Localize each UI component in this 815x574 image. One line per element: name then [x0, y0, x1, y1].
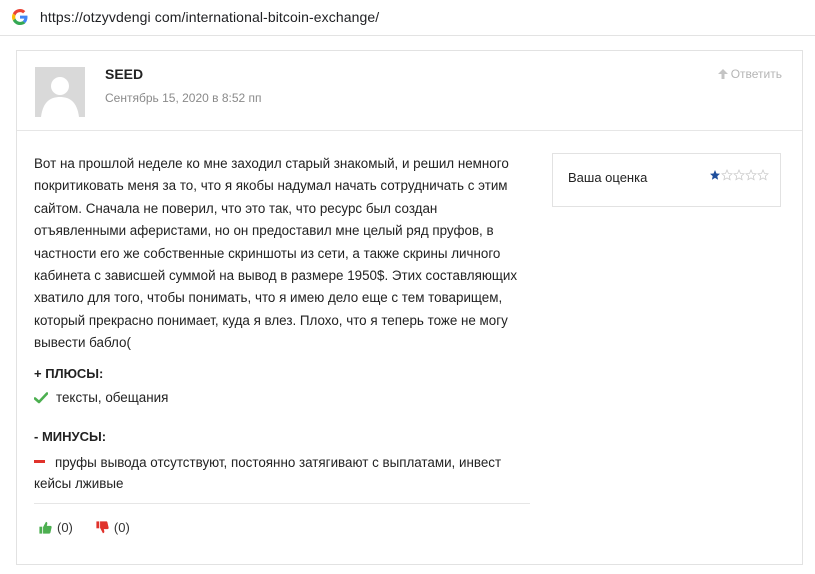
vote-bar: (0) (0): [39, 520, 130, 535]
review-card: SEED Сентябрь 15, 2020 в 8:52 пп Ответит…: [16, 50, 803, 565]
address-bar-url[interactable]: https://otzyvdengi com/international-bit…: [40, 9, 379, 25]
star-icon[interactable]: [733, 169, 745, 181]
reply-label: Ответить: [730, 67, 782, 81]
checkmark-icon: [34, 392, 48, 404]
thumbs-down-icon: [96, 521, 109, 534]
reply-button[interactable]: Ответить: [717, 67, 782, 81]
review-header: SEED Сентябрь 15, 2020 в 8:52 пп Ответит…: [17, 51, 802, 131]
browser-address-bar[interactable]: https://otzyvdengi com/international-bit…: [0, 0, 815, 36]
review-author: SEED: [105, 66, 144, 82]
pros-title: + ПЛЮСЫ:: [34, 366, 104, 381]
upvote-count: (0): [57, 520, 73, 535]
star-icon[interactable]: [709, 169, 721, 181]
cons-item: пруфы вывода отсутствуют, постоянно затя…: [34, 452, 524, 494]
arrow-up-icon: [717, 69, 728, 79]
upvote-button[interactable]: (0): [39, 520, 73, 535]
star-icon[interactable]: [721, 169, 733, 181]
google-g-icon: [12, 9, 28, 25]
downvote-count: (0): [113, 520, 130, 535]
cons-title: - МИНУСЫ:: [34, 429, 107, 444]
downvote-button[interactable]: (0): [96, 520, 130, 535]
default-user-icon: [35, 67, 85, 117]
pros-item-text: тексты, обещания: [56, 390, 169, 405]
rating-box: Ваша оценка: [552, 153, 781, 207]
pros-item: тексты, обещания: [34, 387, 524, 408]
divider: [34, 503, 530, 504]
review-date: Сентябрь 15, 2020 в 8:52 пп: [105, 91, 262, 105]
star-icon[interactable]: [757, 169, 769, 181]
rating-label: Ваша оценка: [568, 170, 648, 185]
minus-icon: [34, 460, 45, 464]
cons-item-text: пруфы вывода отсутствуют, постоянно затя…: [34, 455, 502, 491]
review-text: Вот на прошлой неделе ко мне заходил ста…: [34, 156, 518, 351]
star-icon[interactable]: [745, 169, 757, 181]
avatar: [35, 67, 85, 117]
thumbs-up-icon: [39, 521, 52, 534]
star-rating[interactable]: [709, 169, 769, 181]
